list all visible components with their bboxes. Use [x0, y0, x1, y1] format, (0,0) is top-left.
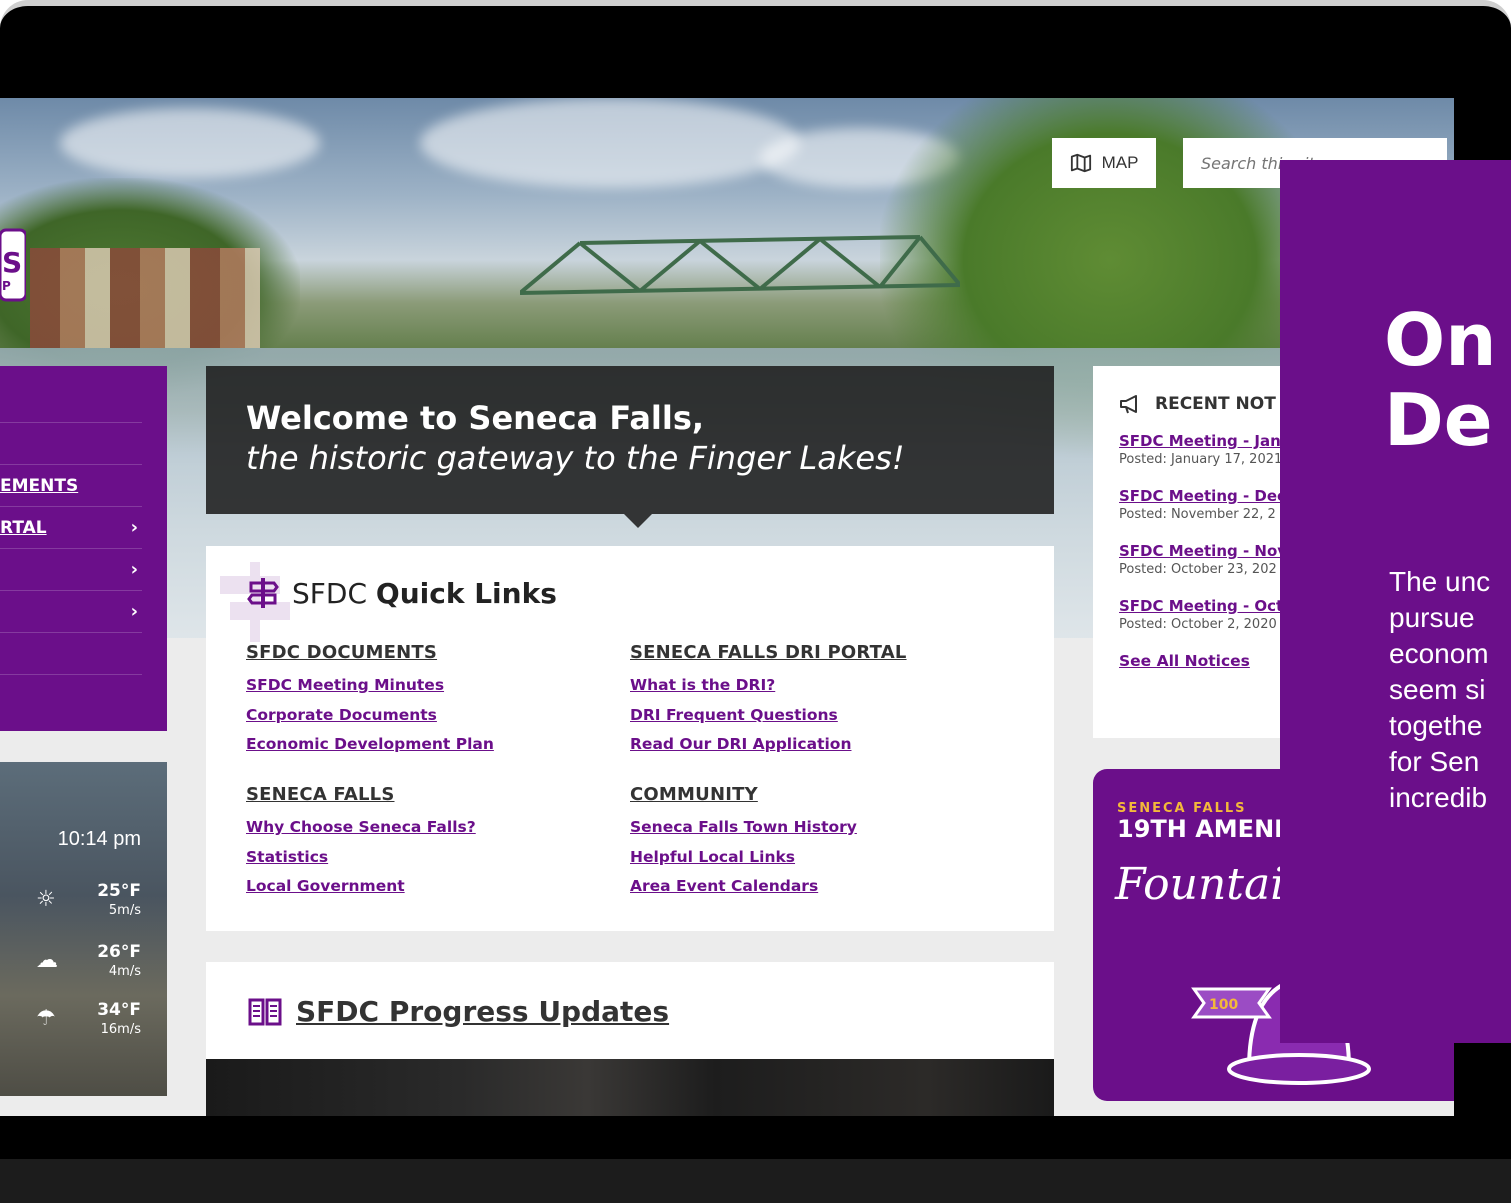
progress-updates-panel: SFDC Progress Updates	[206, 962, 1054, 1116]
notice-date: Posted: October 23, 202	[1119, 562, 1277, 577]
welcome-title: Welcome to Seneca Falls,	[246, 399, 705, 437]
cloud-icon: ☁	[36, 948, 58, 973]
notice-item: SFDC Meeting - Nov Posted: October 23, 2…	[1119, 542, 1283, 577]
link-economic-plan[interactable]: Economic Development Plan	[246, 730, 586, 760]
link-what-is-dri[interactable]: What is the DRI?	[630, 671, 970, 701]
weather-widget: 10:14 pm ☼ 25°F 5m/s ☁ 26°F 4m/s ☂ 34°F …	[0, 762, 167, 1096]
weather-row: ☼ 25°F 5m/s	[0, 879, 167, 929]
link-dri-application[interactable]: Read Our DRI Application	[630, 730, 970, 760]
open-book-icon	[248, 998, 282, 1026]
website-screen: MAP S P EMENTS RTAL › › › 10:14 pm ☼ 25°F…	[0, 98, 1454, 1116]
sidebar-item-label[interactable]: RTAL	[0, 518, 47, 538]
link-group-community: COMMUNITY Seneca Falls Town History Help…	[630, 784, 970, 902]
signpost-icon	[247, 578, 279, 608]
weather-temp: 34°F	[97, 1000, 141, 1020]
device-frame: MAP S P EMENTS RTAL › › › 10:14 pm ☼ 25°F…	[0, 0, 1511, 1203]
weather-row: ☁ 26°F 4m/s	[0, 940, 167, 990]
quick-links-title: SFDC Quick Links	[246, 576, 557, 610]
sidebar-item-announcements[interactable]: EMENTS	[0, 465, 142, 507]
progress-photo	[206, 1059, 1054, 1116]
overlay-heading: On De	[1384, 298, 1497, 462]
notice-link[interactable]: SFDC Meeting - Nov	[1119, 542, 1283, 560]
link-group-dri-portal: SENECA FALLS DRI PORTAL What is the DRI?…	[630, 642, 970, 760]
notice-item: SFDC Meeting - Janu Posted: January 17, …	[1119, 432, 1283, 467]
buildings-illustration	[30, 248, 260, 348]
site-logo[interactable]: S P	[0, 210, 26, 320]
chevron-right-icon: ›	[130, 517, 138, 538]
sidebar-item-5[interactable]: ›	[0, 549, 142, 591]
welcome-subtitle: the historic gateway to the Finger Lakes…	[246, 439, 905, 477]
svg-text:P: P	[2, 279, 11, 293]
notice-link[interactable]: SFDC Meeting - Oct	[1119, 597, 1283, 615]
chevron-right-icon: ›	[130, 559, 138, 580]
weather-row: ☂ 34°F 16m/s	[0, 998, 167, 1048]
notice-link[interactable]: SFDC Meeting - Janu	[1119, 432, 1283, 450]
svg-text:S: S	[2, 246, 22, 279]
map-button[interactable]: MAP	[1052, 138, 1156, 188]
megaphone-icon	[1120, 395, 1137, 414]
link-group-seneca-falls: SENECA FALLS Why Choose Seneca Falls? St…	[246, 784, 586, 902]
sidebar-item-1[interactable]	[0, 381, 142, 423]
svg-text:100: 100	[1209, 997, 1238, 1013]
notice-date: Posted: January 17, 2021	[1119, 452, 1283, 467]
link-statistics[interactable]: Statistics	[246, 843, 586, 873]
notice-date: Posted: October 2, 2020	[1119, 617, 1277, 632]
link-town-history[interactable]: Seneca Falls Town History	[630, 813, 970, 843]
link-group-heading[interactable]: COMMUNITY	[630, 784, 970, 805]
sidebar-item-7[interactable]	[0, 633, 142, 675]
sidebar-item-label[interactable]: EMENTS	[0, 476, 78, 496]
link-corporate-documents[interactable]: Corporate Documents	[246, 701, 586, 731]
bridge-illustration	[520, 235, 960, 295]
link-group-heading[interactable]: SENECA FALLS	[246, 784, 586, 805]
sidebar-nav: EMENTS RTAL › › ›	[0, 366, 167, 731]
progress-updates-link[interactable]: SFDC Progress Updates	[296, 995, 669, 1028]
map-icon	[1070, 153, 1091, 173]
sidebar-item-2[interactable]	[0, 423, 142, 465]
link-group-sfdc-documents: SFDC DOCUMENTS SFDC Meeting Minutes Corp…	[246, 642, 586, 760]
link-local-links[interactable]: Helpful Local Links	[630, 843, 970, 873]
weather-wind: 5m/s	[108, 903, 141, 918]
sun-icon: ☼	[36, 887, 56, 912]
link-why-seneca-falls[interactable]: Why Choose Seneca Falls?	[246, 813, 586, 843]
link-local-government[interactable]: Local Government	[246, 872, 586, 902]
weather-wind: 4m/s	[108, 964, 141, 979]
weather-time: 10:14 pm	[57, 828, 141, 850]
sidebar-item-portal[interactable]: RTAL ›	[0, 507, 142, 549]
notices-heading: RECENT NOT	[1119, 394, 1283, 414]
recent-notices-panel: RECENT NOT SFDC Meeting - Janu Posted: J…	[1093, 366, 1283, 738]
quick-links-panel: SFDC Quick Links SFDC DOCUMENTS SFDC Mee…	[206, 546, 1054, 931]
progress-updates-title: SFDC Progress Updates	[248, 994, 669, 1028]
notice-item: SFDC Meeting - Dec Posted: November 22, …	[1119, 487, 1283, 522]
see-all-notices-link[interactable]: See All Notices	[1119, 652, 1283, 670]
device-bezel-bottom	[0, 1159, 1511, 1203]
link-event-calendars[interactable]: Area Event Calendars	[630, 872, 970, 902]
rain-cloud-icon: ☂	[36, 1006, 56, 1031]
promo-kicker: SENECA FALLS	[1117, 801, 1247, 816]
weather-wind: 16m/s	[100, 1022, 141, 1037]
link-group-heading[interactable]: SFDC DOCUMENTS	[246, 642, 586, 663]
link-group-heading[interactable]: SENECA FALLS DRI PORTAL	[630, 642, 970, 663]
mission-overlay-card: On De The unc pursue econom seem si toge…	[1280, 160, 1511, 1043]
weather-temp: 26°F	[97, 942, 141, 962]
notice-link[interactable]: SFDC Meeting - Dec	[1119, 487, 1283, 505]
chevron-right-icon: ›	[130, 601, 138, 622]
welcome-banner: Welcome to Seneca Falls, the historic ga…	[206, 366, 1054, 528]
link-dri-faq[interactable]: DRI Frequent Questions	[630, 701, 970, 731]
notice-date: Posted: November 22, 2	[1119, 507, 1276, 522]
sidebar-item-6[interactable]: ›	[0, 591, 142, 633]
weather-temp: 25°F	[97, 881, 141, 901]
notice-item: SFDC Meeting - Oct Posted: October 2, 20…	[1119, 597, 1283, 632]
overlay-body: The unc pursue econom seem si togethe fo…	[1389, 566, 1491, 813]
link-meeting-minutes[interactable]: SFDC Meeting Minutes	[246, 671, 586, 701]
map-label: MAP	[1101, 153, 1139, 172]
